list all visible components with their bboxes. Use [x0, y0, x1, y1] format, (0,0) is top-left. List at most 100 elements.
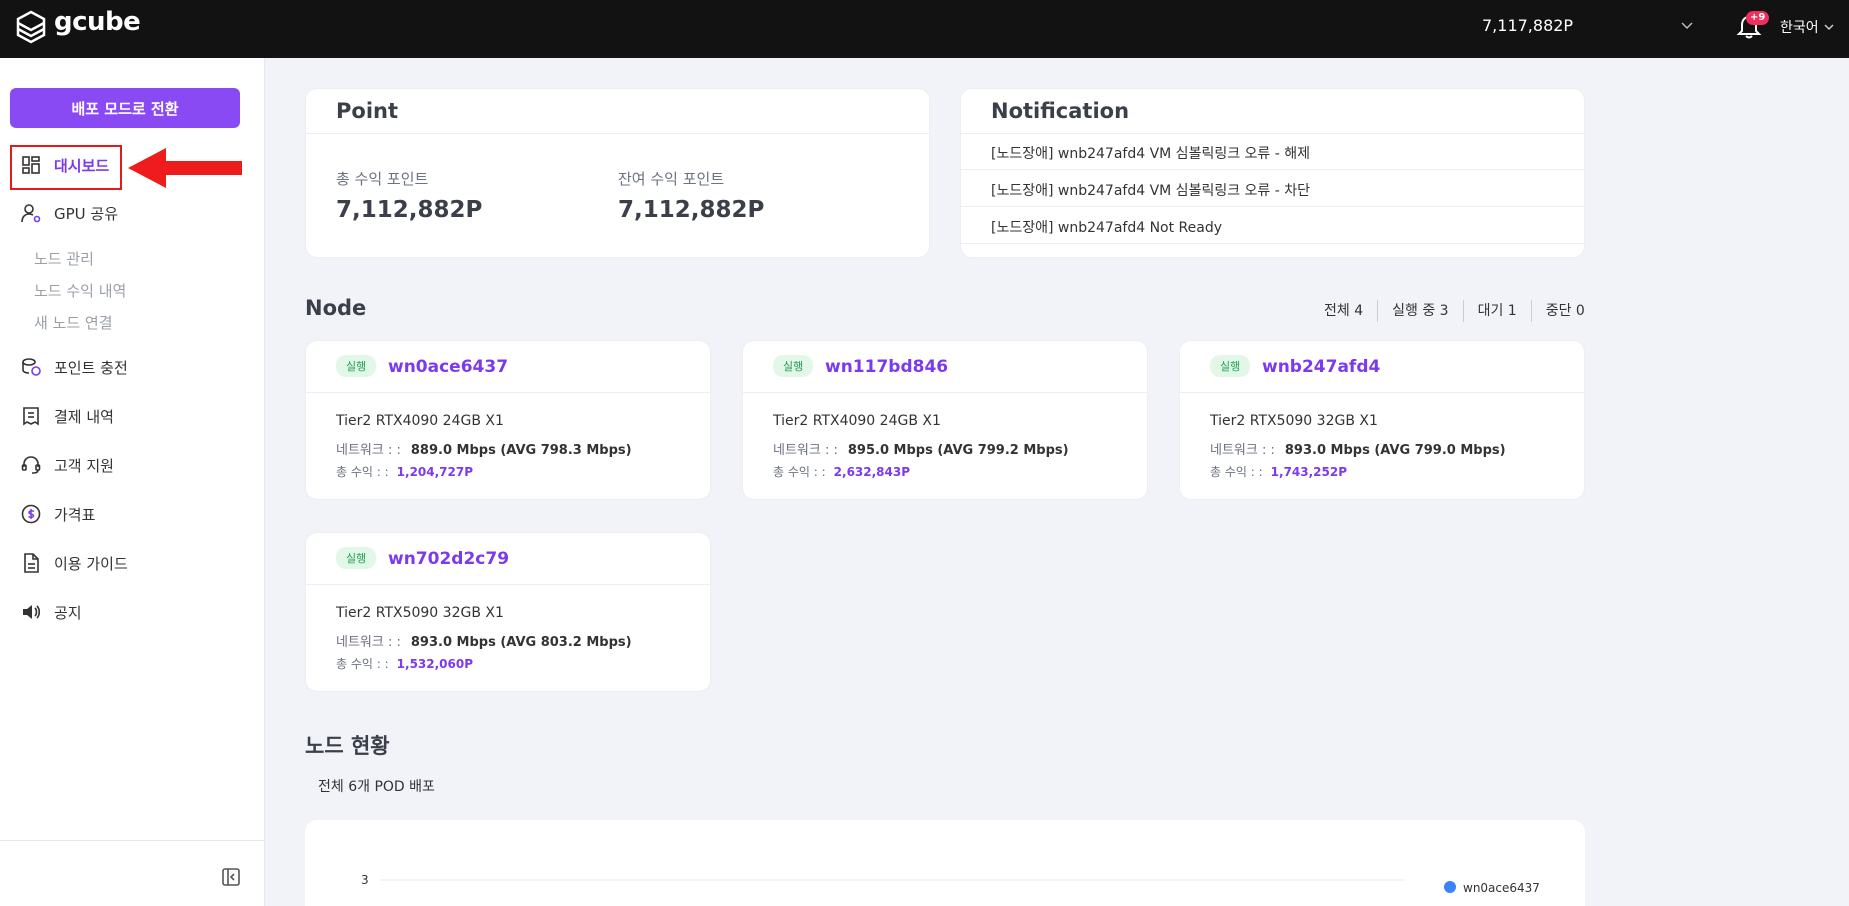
- node-network: 네트워크 : : 893.0 Mbps (AVG 803.2 Mbps): [336, 631, 632, 650]
- node-tier: Tier2 RTX4090 24GB X1: [773, 413, 941, 429]
- chevron-down-icon: [1824, 24, 1834, 31]
- remaining-points-label: 잔여 수익 포인트: [618, 170, 725, 188]
- node-card[interactable]: 실행 wn117bd846 Tier2 RTX4090 24GB X1 네트워크…: [742, 340, 1148, 500]
- node-name-link[interactable]: wn117bd846: [825, 357, 948, 377]
- sidebar-item-notice[interactable]: 공지: [20, 601, 82, 623]
- point-card: Point 총 수익 포인트 7,112,882P 잔여 수익 포인트 7,11…: [305, 88, 930, 258]
- price-tag-icon: [21, 504, 41, 524]
- sidebar-item-label: 이용 가이드: [54, 554, 128, 573]
- sidebar-item-label: 포인트 충전: [54, 358, 128, 377]
- node-tier: Tier2 RTX5090 32GB X1: [336, 605, 504, 621]
- status-badge: 실행: [773, 355, 814, 377]
- red-arrow-annotation: [128, 148, 242, 188]
- filter-waiting[interactable]: 대기 1: [1462, 300, 1531, 322]
- remaining-points-value: 7,112,882P: [618, 197, 765, 223]
- node-name-link[interactable]: wnb247afd4: [1262, 357, 1380, 377]
- sidebar-item-guide[interactable]: 이용 가이드: [20, 552, 128, 574]
- node-network: 네트워크 : : 889.0 Mbps (AVG 798.3 Mbps): [336, 439, 632, 458]
- legend-marker: [1444, 881, 1456, 893]
- filter-all[interactable]: 전체 4: [1310, 300, 1377, 322]
- node-section-title: Node: [305, 296, 367, 320]
- language-label: 한국어: [1780, 20, 1819, 36]
- notification-item[interactable]: [노드장애] wnb247afd4 VM 심볼릭링크 오류 - 해제: [991, 143, 1310, 163]
- collapse-sidebar-icon[interactable]: [220, 866, 242, 888]
- pod-summary: 전체 6개 POD 배포: [318, 779, 435, 795]
- divider: [1180, 392, 1584, 393]
- network-label: 네트워크 : :: [336, 443, 401, 458]
- total-points-label: 총 수익 포인트: [336, 170, 429, 188]
- divider: [961, 133, 1584, 134]
- divider: [961, 206, 1584, 207]
- network-value: 895.0 Mbps (AVG 799.2 Mbps): [847, 443, 1069, 458]
- network-value: 893.0 Mbps (AVG 799.0 Mbps): [1284, 443, 1506, 458]
- top-points-display[interactable]: 7,117,882P: [1482, 16, 1573, 35]
- network-label: 네트워크 : :: [336, 635, 401, 650]
- node-card[interactable]: 실행 wnb247afd4 Tier2 RTX5090 32GB X1 네트워크…: [1179, 340, 1585, 500]
- legend-label: wn0ace6437: [1463, 881, 1540, 895]
- divider: [306, 584, 710, 585]
- logo[interactable]: gcube: [16, 7, 141, 44]
- network-value: 889.0 Mbps (AVG 798.3 Mbps): [410, 443, 632, 458]
- document-icon: [24, 553, 39, 573]
- chart-svg: 3 wn0ace6437: [361, 873, 1540, 895]
- highlight-box: [10, 145, 122, 190]
- divider: [306, 392, 710, 393]
- point-card-title: Point: [336, 99, 399, 123]
- divider: [961, 169, 1584, 170]
- sidebar-item-point-charge[interactable]: 포인트 충전: [20, 356, 128, 378]
- earnings-value: 1,743,252P: [1270, 465, 1348, 479]
- earnings-value: 1,204,727P: [396, 465, 474, 479]
- sidebar-item-support[interactable]: 고객 지원: [20, 454, 114, 476]
- filter-running[interactable]: 실행 중 3: [1377, 300, 1462, 322]
- sidebar-item-label: 고객 지원: [54, 456, 114, 475]
- earnings-value: 2,632,843P: [833, 465, 911, 479]
- divider: [743, 392, 1147, 393]
- node-earnings: 총 수익 : : 1,204,727P: [336, 463, 473, 480]
- node-name-link[interactable]: wn702d2c79: [388, 549, 509, 569]
- node-card[interactable]: 실행 wn0ace6437 Tier2 RTX4090 24GB X1 네트워크…: [305, 340, 711, 500]
- notification-item[interactable]: [노드장애] wnb247afd4 VM 심볼릭링크 오류 - 차단: [991, 180, 1310, 200]
- receipt-icon: [23, 407, 39, 426]
- node-tier: Tier2 RTX4090 24GB X1: [336, 413, 504, 429]
- node-network: 네트워크 : : 895.0 Mbps (AVG 799.2 Mbps): [773, 439, 1069, 458]
- notification-card: Notification [노드장애] wnb247afd4 VM 심볼릭링크 …: [960, 88, 1585, 258]
- sidebar-subitem-new-node[interactable]: 새 노드 연결: [34, 312, 113, 333]
- sidebar-item-label: 결제 내역: [54, 407, 114, 426]
- node-name-link[interactable]: wn0ace6437: [388, 357, 508, 377]
- earnings-label: 총 수익 : :: [1210, 465, 1263, 479]
- headset-icon: [21, 456, 41, 474]
- gcube-logo-icon: [16, 10, 46, 44]
- notification-item[interactable]: [노드장애] wnb247afd4 Not Ready: [991, 217, 1222, 237]
- total-points-value: 7,112,882P: [336, 197, 483, 223]
- filter-stopped[interactable]: 중단 0: [1530, 300, 1599, 322]
- earnings-label: 총 수익 : :: [773, 465, 826, 479]
- logo-text: gcube: [54, 7, 141, 37]
- notification-card-title: Notification: [991, 99, 1130, 123]
- switch-deploy-mode-button[interactable]: 배포 모드로 전환: [10, 88, 240, 128]
- divider: [961, 243, 1584, 244]
- sidebar-item-gpu-share[interactable]: GPU 공유: [20, 202, 118, 224]
- earnings-value: 1,532,060P: [396, 657, 474, 671]
- y-tick-label: 3: [361, 873, 369, 887]
- sidebar-item-label: 공지: [54, 603, 82, 622]
- sidebar-item-pricing[interactable]: 가격표: [20, 503, 95, 525]
- earnings-label: 총 수익 : :: [336, 465, 389, 479]
- sidebar-item-label: 가격표: [54, 505, 96, 524]
- chevron-down-icon[interactable]: [1680, 18, 1694, 32]
- node-tier: Tier2 RTX5090 32GB X1: [1210, 413, 1378, 429]
- sidebar-item-payment-history[interactable]: 결제 내역: [20, 405, 114, 427]
- language-selector[interactable]: 한국어: [1780, 17, 1835, 37]
- earnings-label: 총 수익 : :: [336, 657, 389, 671]
- node-earnings: 총 수익 : : 2,632,843P: [773, 463, 910, 480]
- node-earnings: 총 수익 : : 1,743,252P: [1210, 463, 1347, 480]
- divider: [306, 133, 929, 134]
- notification-count-badge: +9: [1746, 11, 1770, 25]
- sidebar-subitem-node-earnings[interactable]: 노드 수익 내역: [34, 280, 126, 301]
- network-label: 네트워크 : :: [1210, 443, 1275, 458]
- user-gear-icon: [21, 204, 41, 223]
- sidebar-subitem-node-manage[interactable]: 노드 관리: [34, 248, 94, 269]
- node-status-title: 노드 현황: [305, 734, 390, 758]
- top-bar: gcube 7,117,882P +9 한국어: [0, 0, 1849, 58]
- node-card[interactable]: 실행 wn702d2c79 Tier2 RTX5090 32GB X1 네트워크…: [305, 532, 711, 692]
- status-badge: 실행: [336, 355, 377, 377]
